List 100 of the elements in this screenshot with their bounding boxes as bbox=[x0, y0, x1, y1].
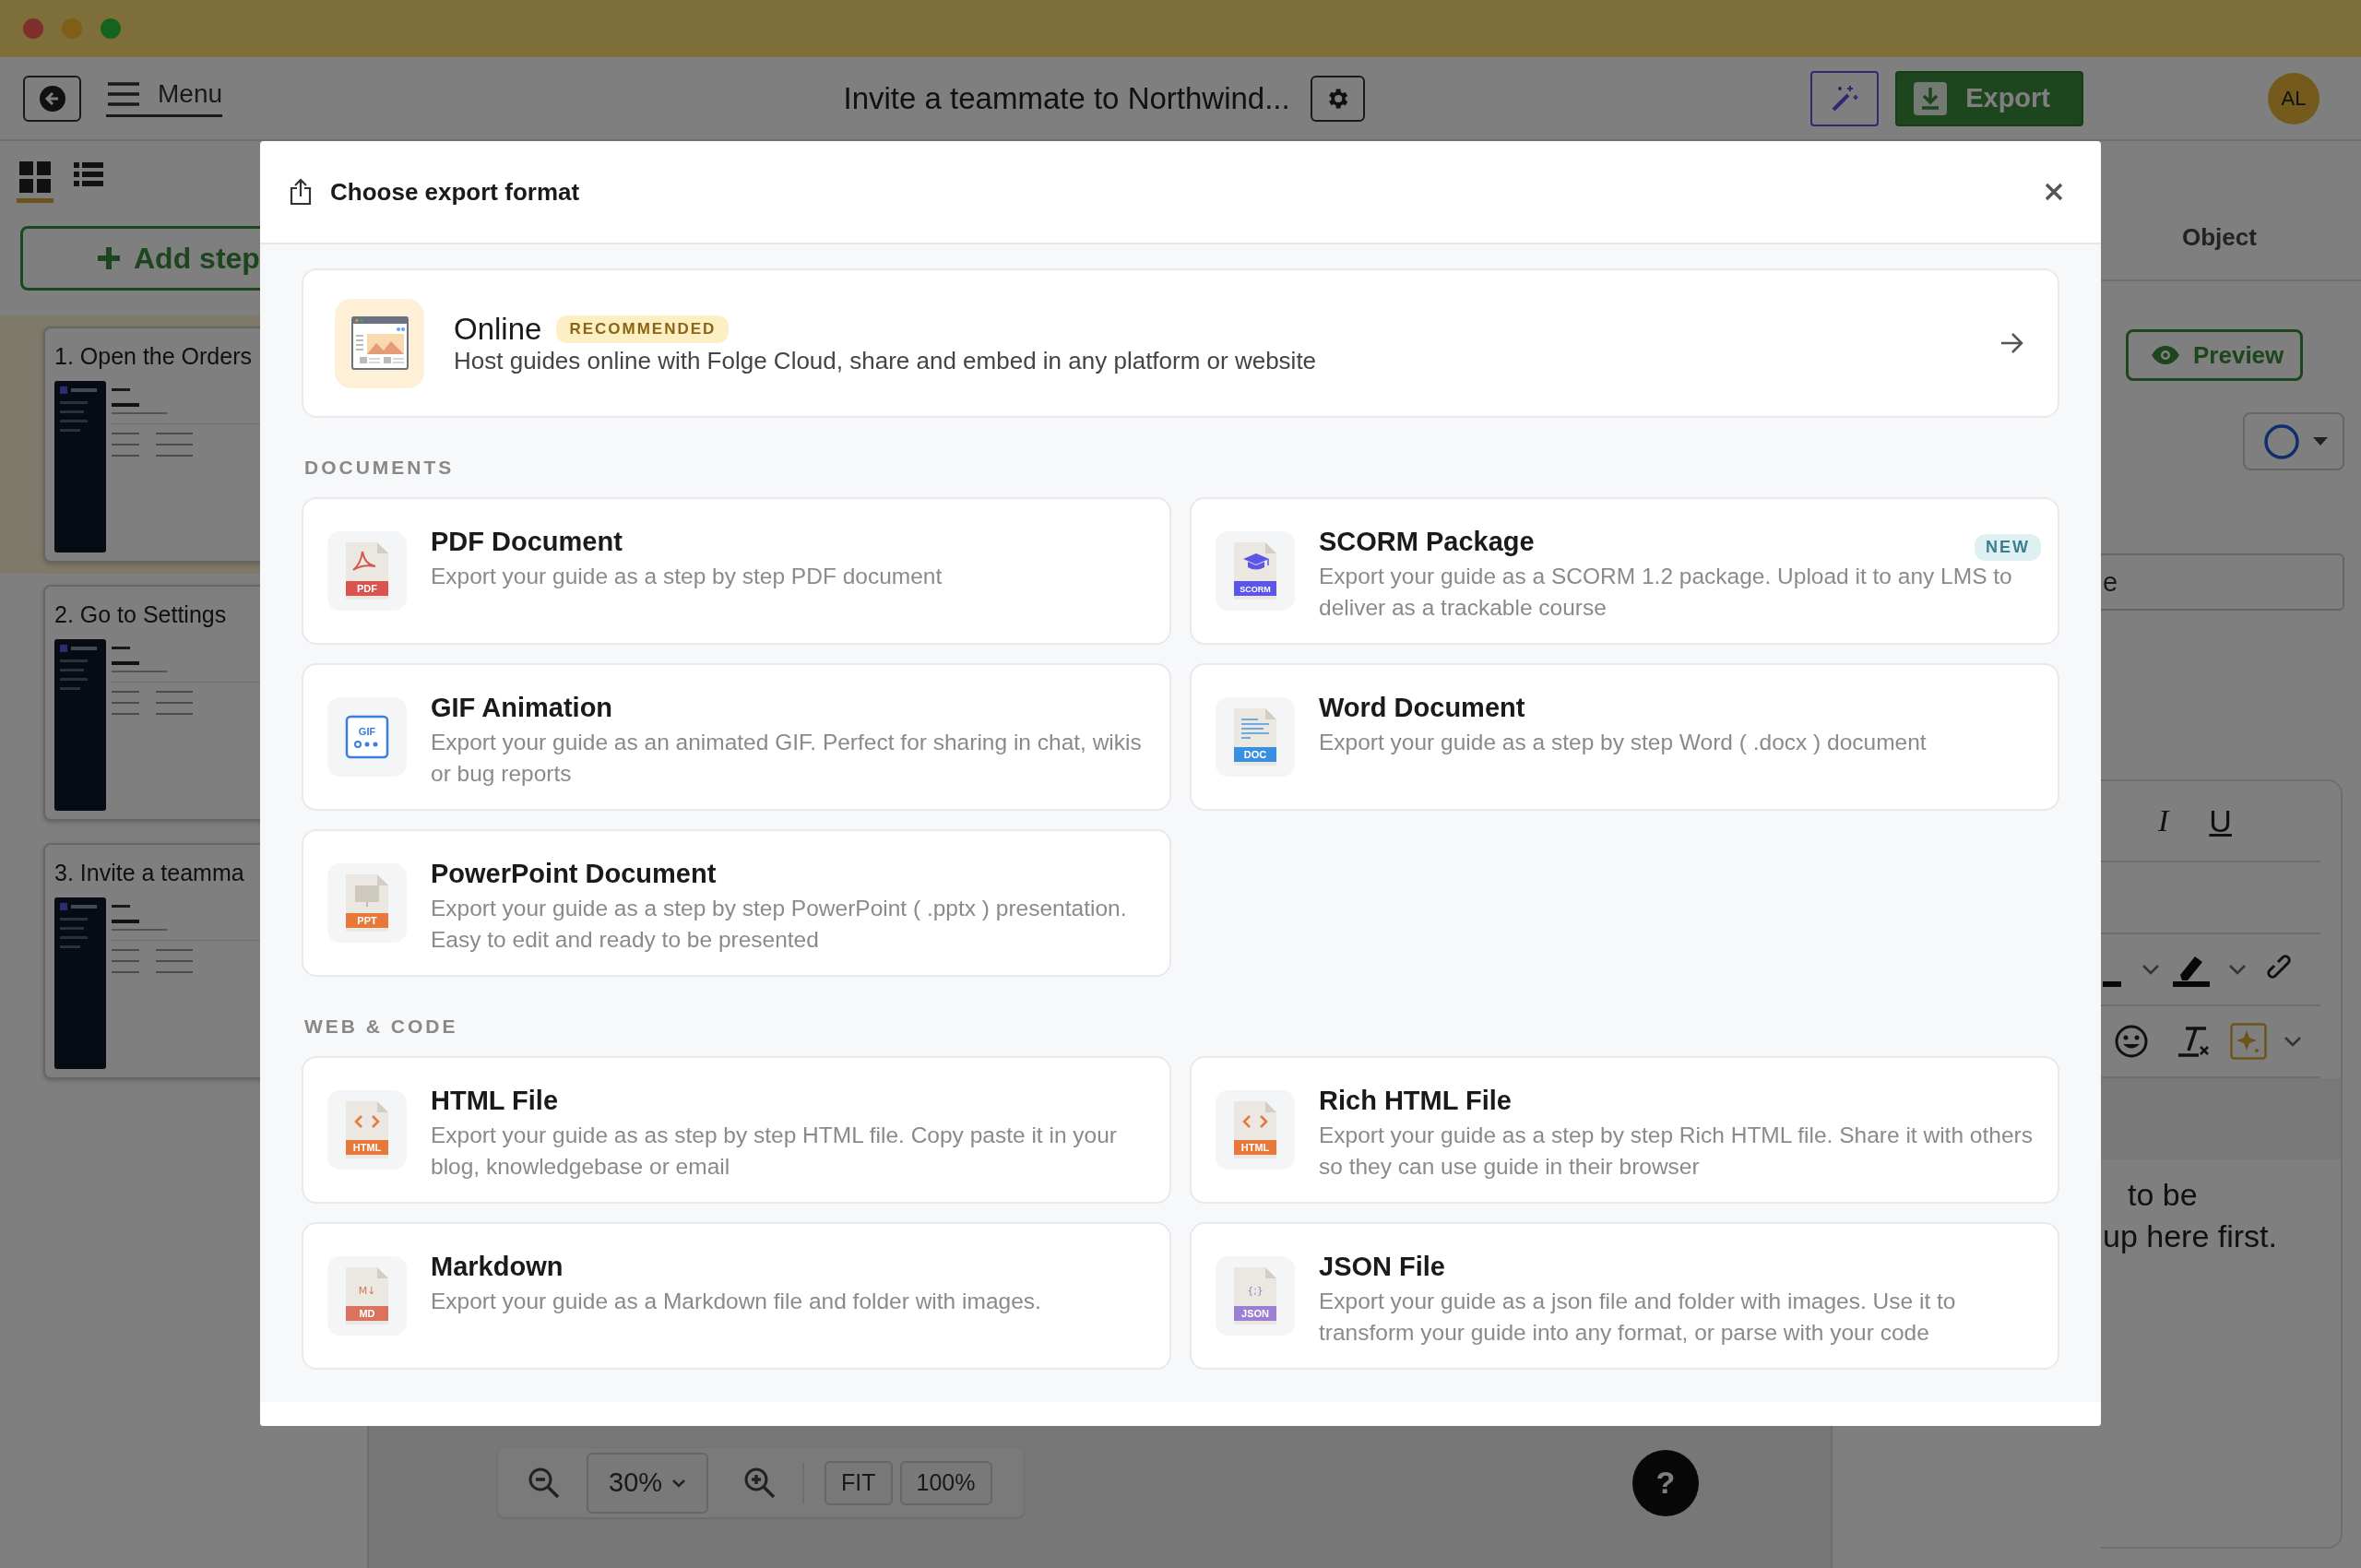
document-title: Invite a teammate to Northwind... bbox=[843, 80, 1290, 116]
plus-icon bbox=[97, 246, 121, 270]
zoom-out-icon bbox=[528, 1466, 561, 1500]
export-button[interactable]: Export bbox=[1895, 70, 2083, 126]
option-title: HTML File bbox=[431, 1086, 559, 1115]
help-button[interactable]: ? bbox=[1632, 1449, 1699, 1516]
menu-button[interactable]: Menu bbox=[106, 79, 223, 117]
shape-dropdown[interactable] bbox=[2243, 412, 2344, 470]
section-heading: DOCUMENTS bbox=[304, 457, 455, 479]
option-title: GIF Animation bbox=[431, 693, 613, 722]
emoji-icon bbox=[2114, 1024, 2149, 1059]
section-heading: WEB & CODE bbox=[304, 1016, 458, 1038]
gif-icon: GIF bbox=[345, 715, 389, 759]
list-icon bbox=[74, 161, 103, 187]
option-description: Export your guide as a step by step Word ( .docx ) document bbox=[1319, 729, 1927, 756]
window-control-icon bbox=[101, 18, 121, 39]
zoom-in-icon bbox=[743, 1466, 777, 1500]
circle-icon bbox=[2263, 422, 2300, 460]
share-icon bbox=[290, 178, 312, 206]
menu-icon bbox=[106, 81, 141, 107]
option-title: JSON File bbox=[1319, 1252, 1445, 1281]
caret-icon bbox=[2142, 964, 2160, 975]
step-row[interactable]: 3. Invite a teamma bbox=[0, 832, 260, 1090]
actual-size-button[interactable]: 100% bbox=[899, 1460, 992, 1505]
export-format-option[interactable]: PDF PDF Document Export your guide as a step by step PDF document bbox=[302, 497, 1171, 645]
back-button[interactable] bbox=[23, 75, 81, 122]
caret-icon bbox=[2313, 436, 2328, 446]
option-description: Host guides online with Folge Cloud, share and embed in any platform or website bbox=[454, 346, 1317, 374]
grid-view-tab[interactable] bbox=[17, 160, 53, 203]
settings-button[interactable] bbox=[1310, 75, 1365, 122]
option-title: PDF Document bbox=[431, 527, 623, 556]
new-badge: NEW bbox=[1975, 534, 2041, 561]
export-format-option[interactable]: M↓ MD Markdown Export your guide as a Markdown file and folder with images. bbox=[302, 1222, 1171, 1370]
step-row[interactable]: 2. Go to Settings bbox=[0, 574, 260, 832]
option-description: Export your guide as a SCORM 1.2 package. Upload it to any LMS to deliver as a trackable course bbox=[1319, 563, 2013, 622]
zoom-level-dropdown[interactable]: 30% bbox=[587, 1452, 709, 1514]
recommended-badge: RECOMMENDED bbox=[556, 315, 730, 343]
option-title: Rich HTML File bbox=[1319, 1086, 1512, 1115]
close-icon bbox=[2044, 182, 2064, 202]
window-control-icon bbox=[23, 18, 43, 39]
underline-button[interactable]: U bbox=[2209, 802, 2232, 839]
italic-button[interactable]: I bbox=[2158, 803, 2169, 838]
sparkle-icon bbox=[2230, 1023, 2267, 1060]
fit-button[interactable]: FIT bbox=[825, 1460, 893, 1505]
option-title: Word Document bbox=[1319, 693, 1525, 722]
step-title: 2. Go to Settings bbox=[54, 601, 227, 628]
dialog-title: Choose export format bbox=[330, 177, 581, 207]
option-description: Export your guide as a json file and folder with images. Use it to transform your guide into any format, or parse with your code bbox=[1319, 1288, 1957, 1347]
close-button[interactable] bbox=[2044, 182, 2064, 202]
option-title: SCORM Package bbox=[1319, 527, 1535, 556]
editor-text: up here first. bbox=[2103, 1218, 2277, 1253]
export-format-option[interactable]: DOC Word Document Export your guide as a step by step Word ( .docx ) document bbox=[1190, 663, 2059, 811]
file-icon: {;} JSON bbox=[1234, 1267, 1276, 1324]
option-title: Markdown bbox=[431, 1252, 564, 1281]
step-card[interactable]: 1. Open the Orders bbox=[43, 327, 260, 563]
option-description: Export your guide as as step by step HTML file. Copy paste it in your blog, knowledgebase or email bbox=[431, 1122, 1118, 1181]
export-format-option[interactable]: {;} JSON JSON File Export your guide as a json file and folder with images. Use it to transform your guide into any format, or parse with your code bbox=[1190, 1222, 2059, 1370]
file-icon: PPT bbox=[346, 874, 388, 932]
editor-text: to be bbox=[2128, 1177, 2198, 1212]
magic-wand-button[interactable] bbox=[1810, 70, 1880, 126]
object-tab[interactable]: Object bbox=[2182, 223, 2257, 252]
option-description: Export your guide as a step by step PDF document bbox=[431, 563, 943, 590]
step-card[interactable]: 2. Go to Settings bbox=[43, 585, 260, 821]
zoom-out-button[interactable] bbox=[528, 1466, 561, 1500]
step-row[interactable]: 1. Open the Orders bbox=[0, 315, 260, 574]
caret-icon bbox=[2284, 1036, 2302, 1047]
user-avatar[interactable]: AL bbox=[2268, 72, 2319, 125]
export-format-option[interactable]: HTML HTML File Export your guide as as step by step HTML file. Copy paste it in your blog, knowledgebase or email bbox=[302, 1056, 1171, 1204]
option-description: Export your guide as an animated GIF. Perfect for sharing in chat, wikis or bug reports bbox=[431, 729, 1143, 788]
add-step-button[interactable]: Add step bbox=[20, 226, 260, 291]
export-format-option[interactable]: PPT PowerPoint Document Export your guide as a step by step PowerPoint ( .pptx ) presentation. Easy to edit and ready to be presented bbox=[302, 829, 1171, 977]
file-icon: SCORM bbox=[1234, 542, 1276, 600]
option-description: Export your guide as a step by step PowerPoint ( .pptx ) presentation. Easy to edit and ready to be presented bbox=[431, 895, 1128, 954]
caret-icon bbox=[671, 1478, 687, 1488]
step-card[interactable]: 3. Invite a teamma bbox=[43, 843, 260, 1079]
export-format-option[interactable]: HTML Rich HTML File Export your guide as a step by step Rich HTML file. Share it with others so they can use guide in their browser bbox=[1190, 1056, 2059, 1204]
step-title: 3. Invite a teamma bbox=[54, 860, 244, 886]
option-description: Export your guide as a step by step Rich HTML file. Share it with others so they can use guide in their browser bbox=[1319, 1122, 2034, 1181]
eye-icon bbox=[2151, 345, 2180, 365]
download-icon bbox=[1914, 81, 1948, 115]
preview-button[interactable]: Preview bbox=[2126, 329, 2303, 381]
export-format-option[interactable]: SCORM SCORM Package Export your guide as a SCORM 1.2 package. Upload it to any LMS to deliver as a trackable course NEW bbox=[1190, 497, 2059, 645]
zoom-in-button[interactable] bbox=[743, 1466, 777, 1500]
option-title: PowerPoint Document bbox=[431, 859, 717, 888]
file-icon: PDF bbox=[346, 542, 388, 600]
file-icon: HTML bbox=[1234, 1101, 1276, 1158]
text-color-underline-icon bbox=[2103, 981, 2121, 987]
website-illustration-icon bbox=[350, 314, 409, 373]
export-format-option[interactable]: GIF GIF Animation Export your guide as an animated GIF. Perfect for sharing in chat, wikis or bug reports bbox=[302, 663, 1171, 811]
option-description: Export your guide as a Markdown file and folder with images. bbox=[431, 1288, 1041, 1315]
option-title: Online bbox=[454, 311, 542, 347]
arrow-right-icon bbox=[2000, 332, 2024, 354]
file-icon: HTML bbox=[346, 1101, 388, 1158]
clear-format-icon bbox=[2177, 1025, 2210, 1058]
file-icon: M↓ MD bbox=[346, 1267, 388, 1324]
window-control-icon bbox=[62, 18, 82, 39]
grid-icon bbox=[19, 161, 51, 193]
online-export-option[interactable]: Online RECOMMENDED Host guides online with Folge Cloud, share and embed in any platform or website bbox=[302, 268, 2059, 418]
file-icon: DOC bbox=[1234, 708, 1276, 766]
step-title: 1. Open the Orders bbox=[54, 343, 252, 370]
